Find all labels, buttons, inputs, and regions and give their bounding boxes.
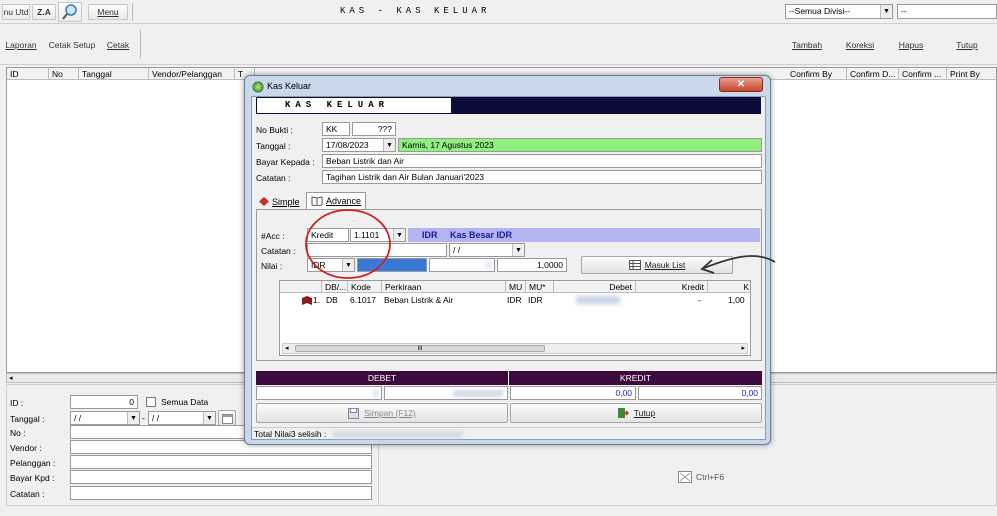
annotation-arrow (703, 255, 776, 269)
annotation-overlay (305, 209, 776, 279)
annotation-circle (305, 209, 391, 279)
